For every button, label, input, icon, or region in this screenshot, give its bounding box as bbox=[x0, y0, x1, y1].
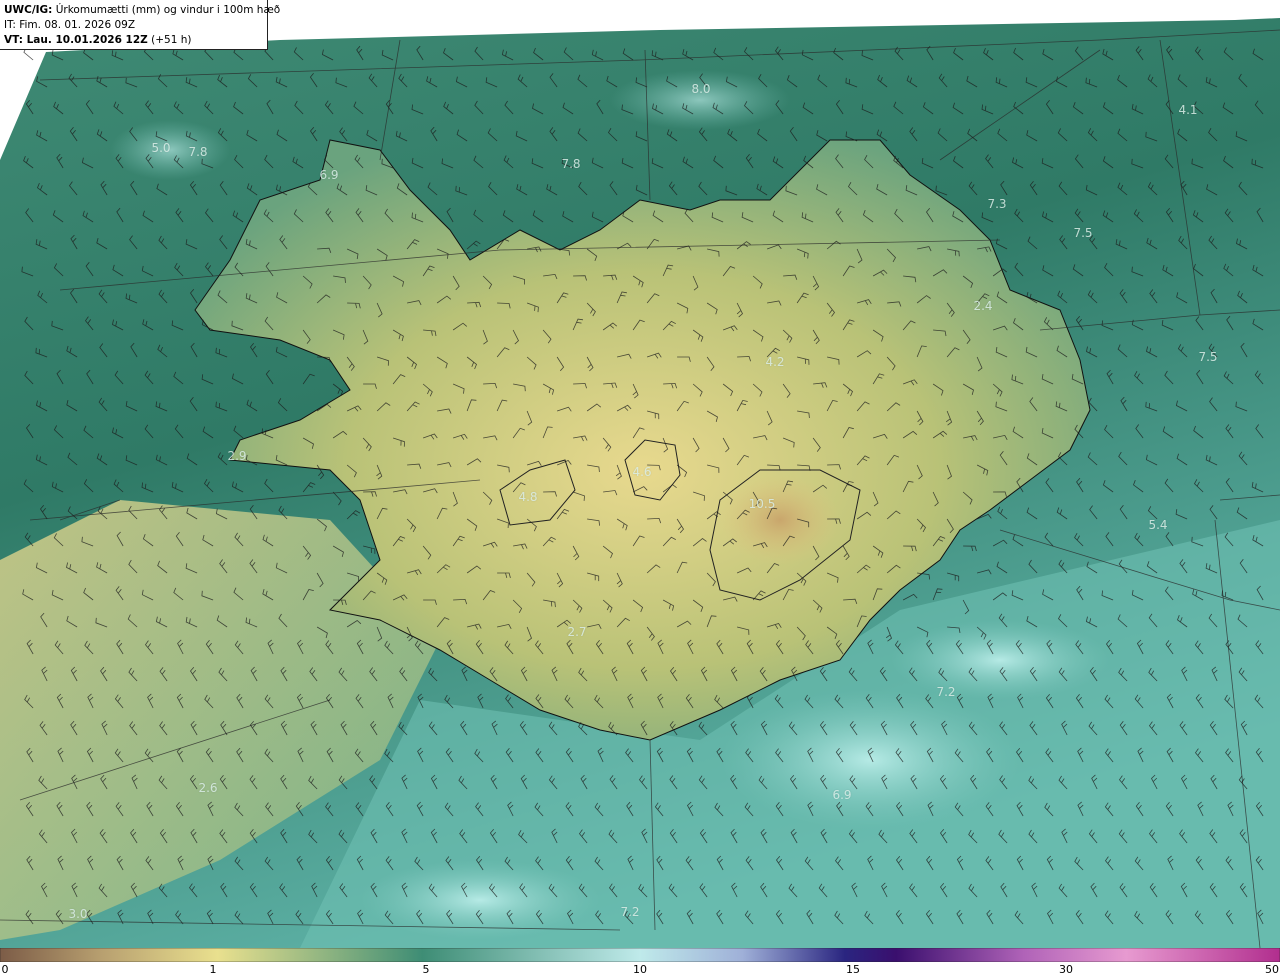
value-label: 4.1 bbox=[1178, 103, 1198, 117]
value-label: 7.3 bbox=[987, 197, 1007, 211]
cyan-precip-patch bbox=[720, 690, 1020, 830]
colorbar-tick: 5 bbox=[422, 963, 430, 976]
value-label: 3.0 bbox=[68, 907, 88, 921]
value-label: 2.7 bbox=[567, 625, 587, 639]
colorbar-ticks: 0 1 5 10 15 30 50 bbox=[0, 962, 1280, 978]
cyan-precip-patch bbox=[610, 70, 790, 130]
colorbar-tick: 30 bbox=[1059, 963, 1073, 976]
colorbar-tick: 50 bbox=[1265, 963, 1279, 976]
value-label: 6.9 bbox=[832, 788, 852, 802]
value-label: 10.5 bbox=[748, 497, 776, 511]
value-label: 2.6 bbox=[198, 781, 218, 795]
value-label: 4.6 bbox=[632, 465, 652, 479]
colorbar bbox=[0, 948, 1280, 962]
valid-time: VT: Lau. 10.01.2026 12Z bbox=[4, 34, 148, 46]
forecast-offset: (+51 h) bbox=[151, 34, 192, 46]
value-label: 7.2 bbox=[620, 905, 640, 919]
value-label: 7.5 bbox=[1198, 350, 1218, 364]
precip-maximum bbox=[720, 475, 840, 565]
model-label: UWC/IG: bbox=[4, 4, 53, 16]
value-label: 2.9 bbox=[227, 449, 247, 463]
colorbar-tick: 15 bbox=[846, 963, 860, 976]
value-label: 5.4 bbox=[1148, 518, 1168, 532]
value-label: 4.2 bbox=[765, 355, 785, 369]
colorbar-tick: 10 bbox=[633, 963, 647, 976]
value-label: 2.4 bbox=[973, 299, 993, 313]
value-label: 5.0 bbox=[151, 141, 171, 155]
value-label: 7.8 bbox=[561, 157, 581, 171]
colorbar-tick: 1 bbox=[209, 963, 217, 976]
map-header: UWC/IG: Úrkomumætti (mm) og vindur i 100… bbox=[0, 0, 280, 50]
value-label: 7.5 bbox=[1073, 226, 1093, 240]
value-label: 7.2 bbox=[936, 685, 956, 699]
map-title: Úrkomumætti (mm) og vindur i 100m hæð bbox=[55, 4, 281, 16]
cyan-precip-patch bbox=[890, 620, 1110, 700]
value-label: 8.0 bbox=[691, 82, 711, 96]
value-label: 4.8 bbox=[518, 490, 538, 504]
issue-time: IT: Fim. 08. 01. 2026 09Z bbox=[4, 19, 136, 31]
value-label: 7.8 bbox=[188, 145, 208, 159]
colorbar-tick: 0 bbox=[1, 963, 9, 976]
value-label: 6.9 bbox=[319, 168, 339, 182]
